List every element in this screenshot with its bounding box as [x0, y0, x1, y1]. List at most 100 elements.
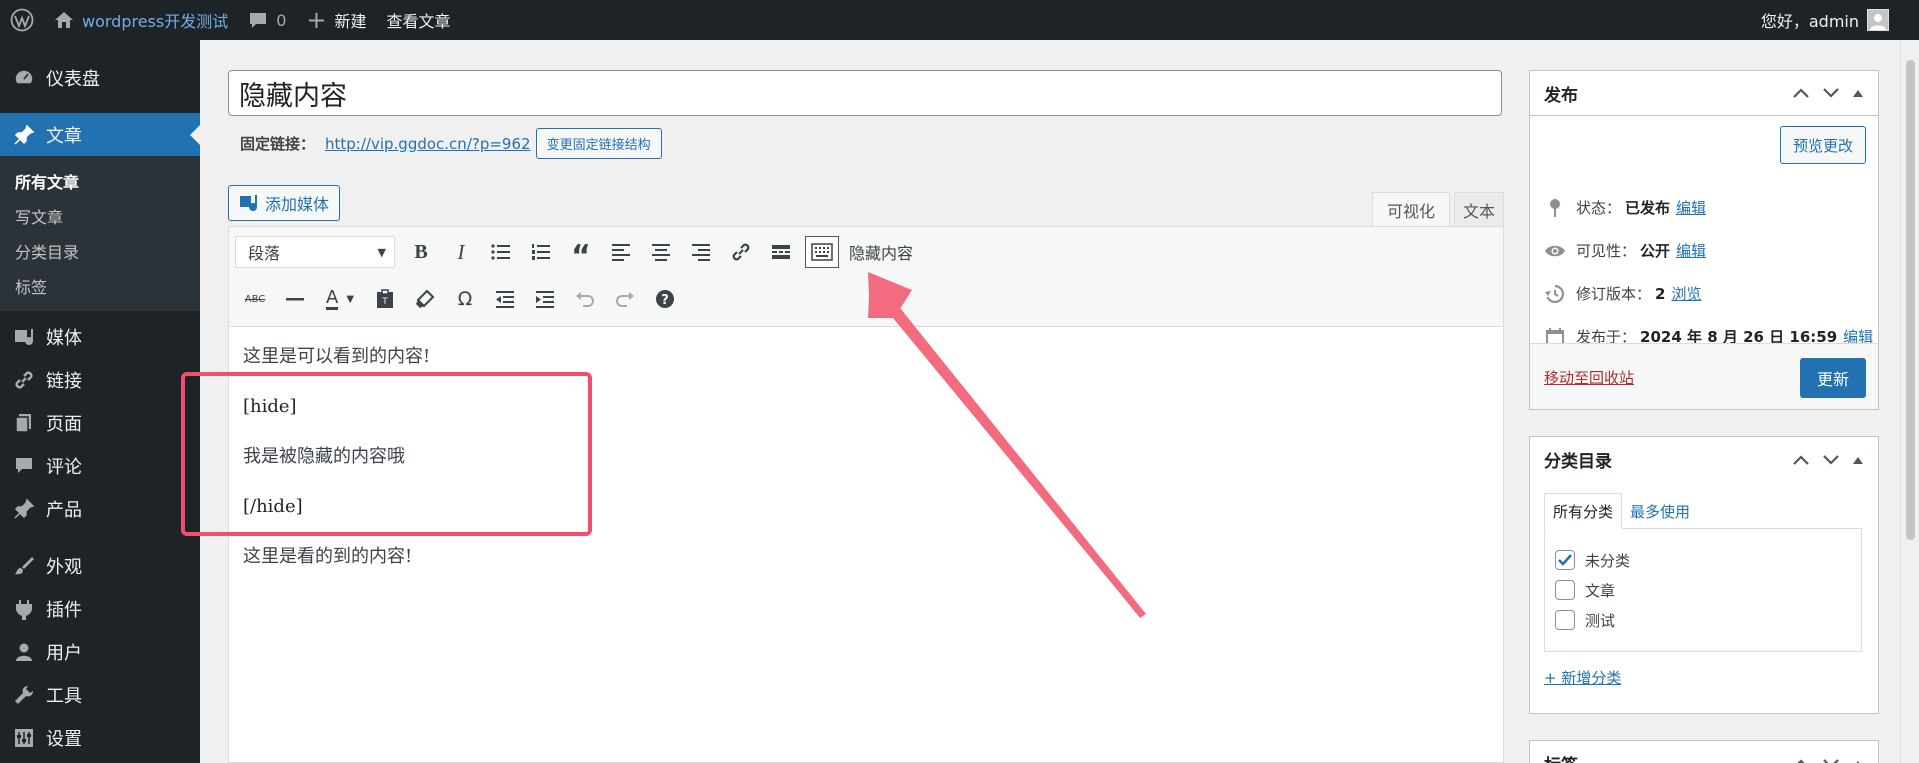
- collapse-triangle-icon[interactable]: [1852, 455, 1864, 465]
- align-left-icon: [612, 244, 630, 261]
- permalink-url[interactable]: http://vip.ggdoc.cn/?p=962: [325, 135, 531, 153]
- sidebar-item-users[interactable]: 用户: [0, 630, 200, 673]
- page-scrollbar[interactable]: [1900, 40, 1919, 763]
- post-title-input[interactable]: 隐藏内容: [228, 70, 1502, 116]
- sidebar-item-label: 链接: [46, 370, 82, 392]
- link-icon: [12, 368, 36, 392]
- submenu-all-posts[interactable]: 所有文章: [0, 163, 200, 198]
- chevron-up-icon[interactable]: [1792, 87, 1810, 99]
- read-more-button[interactable]: [761, 235, 801, 269]
- my-account[interactable]: 您好，admin: [1761, 0, 1889, 40]
- sidebar-item-comments[interactable]: 评论: [0, 444, 200, 487]
- strikethrough-button[interactable]: ABC: [235, 282, 275, 316]
- align-right-button[interactable]: [681, 235, 721, 269]
- sidebar-item-label: 文章: [46, 125, 82, 147]
- category-item[interactable]: 文章: [1555, 575, 1851, 605]
- chevron-down-icon[interactable]: [1822, 454, 1840, 466]
- sidebar-item-appearance[interactable]: 外观: [0, 544, 200, 587]
- sidebar-item-tools[interactable]: 工具: [0, 673, 200, 716]
- sidebar-item-links[interactable]: 链接: [0, 358, 200, 401]
- bullet-list-button[interactable]: [481, 235, 521, 269]
- chevron-down-icon[interactable]: [1822, 758, 1840, 763]
- move-to-trash-link[interactable]: 移动至回收站: [1544, 367, 1634, 388]
- checkbox[interactable]: [1555, 580, 1575, 600]
- outdent-button[interactable]: [485, 282, 525, 316]
- special-char-button[interactable]: Ω: [445, 282, 485, 316]
- indent-button[interactable]: [525, 282, 565, 316]
- revisions-label: 修订版本：: [1576, 285, 1652, 303]
- align-center-button[interactable]: [641, 235, 681, 269]
- sidebar-item-pages[interactable]: 页面: [0, 401, 200, 444]
- tab-text[interactable]: 文本: [1454, 192, 1504, 226]
- categories-box: 分类目录 所有分类 最多使用 未分类 文章 测试 + 新增分类: [1529, 436, 1879, 714]
- admin-sidebar: 仪表盘 文章 所有文章 写文章 分类目录 标签 媒体 链接 页面 评论 产品 外…: [0, 40, 200, 763]
- paragraph: 这里是看的到的内容!: [243, 546, 413, 567]
- undo-button[interactable]: [565, 282, 605, 316]
- checkbox[interactable]: [1555, 610, 1575, 630]
- collapse-triangle-icon[interactable]: [1852, 759, 1864, 763]
- tab-most-used[interactable]: 最多使用: [1622, 493, 1698, 529]
- scrollbar-thumb[interactable]: [1906, 60, 1915, 540]
- tab-all-categories[interactable]: 所有分类: [1544, 493, 1623, 529]
- status-edit-link[interactable]: 编辑: [1676, 197, 1706, 218]
- preview-changes-button[interactable]: 预览更改: [1779, 126, 1866, 164]
- clear-format-button[interactable]: [405, 282, 445, 316]
- wordpress-logo-icon[interactable]: [0, 0, 44, 40]
- submenu-new-post[interactable]: 写文章: [0, 198, 200, 233]
- view-post-link[interactable]: 查看文章: [377, 0, 461, 40]
- site-name-link[interactable]: wordpress开发测试: [44, 0, 238, 40]
- chevron-up-icon[interactable]: [1792, 454, 1810, 466]
- tags-box: 标签: [1529, 740, 1879, 763]
- sidebar-item-plugins[interactable]: 插件: [0, 587, 200, 630]
- redo-button[interactable]: [605, 282, 645, 316]
- category-item[interactable]: 未分类: [1555, 545, 1851, 575]
- collapse-triangle-icon[interactable]: [1852, 88, 1864, 98]
- toolbar-toggle-button[interactable]: [805, 236, 839, 268]
- format-select[interactable]: 段落 ▼: [235, 236, 395, 268]
- sidebar-item-media[interactable]: 媒体: [0, 315, 200, 358]
- category-item[interactable]: 测试: [1555, 605, 1851, 635]
- visibility-label: 可见性：: [1576, 242, 1637, 260]
- insert-link-button[interactable]: [721, 235, 761, 269]
- blockquote-button[interactable]: “: [561, 235, 601, 272]
- checkbox-checked[interactable]: [1555, 550, 1575, 570]
- bullet-list-icon: [491, 244, 510, 260]
- greeting: 您好，admin: [1760, 12, 1859, 31]
- help-button[interactable]: ?: [645, 282, 685, 316]
- new-label: 新建: [334, 12, 367, 31]
- numbered-list-button[interactable]: [521, 235, 561, 269]
- new-content-link[interactable]: + 新建: [296, 0, 376, 40]
- visibility-value: 公开: [1640, 242, 1671, 260]
- bold-button[interactable]: B: [401, 235, 441, 269]
- revisions-browse-link[interactable]: 浏览: [1671, 283, 1701, 304]
- submenu-tags[interactable]: 标签: [0, 268, 200, 303]
- read-more-icon: [772, 245, 790, 259]
- eye-icon: [1544, 244, 1566, 258]
- sidebar-item-posts[interactable]: 文章: [0, 113, 200, 156]
- chevron-up-icon[interactable]: [1792, 758, 1810, 763]
- align-left-button[interactable]: [601, 235, 641, 269]
- add-new-category-link[interactable]: + 新增分类: [1544, 667, 1621, 688]
- sidebar-item-dashboard[interactable]: 仪表盘: [0, 56, 200, 99]
- italic-button[interactable]: I: [441, 235, 481, 269]
- sidebar-item-label: 外观: [46, 556, 82, 578]
- chevron-down-icon[interactable]: [1822, 87, 1840, 99]
- horizontal-line-button[interactable]: [275, 282, 315, 316]
- text-color-button[interactable]: A ▼: [315, 282, 365, 316]
- sidebar-item-products[interactable]: 产品: [0, 487, 200, 530]
- align-right-icon: [692, 244, 710, 261]
- comments-link[interactable]: 0: [238, 0, 296, 40]
- add-media-button[interactable]: 添加媒体: [228, 185, 341, 221]
- indent-icon: [536, 291, 554, 308]
- chevron-down-icon: ▼: [377, 245, 386, 259]
- hide-content-button[interactable]: 隐藏内容: [849, 240, 913, 264]
- sidebar-item-settings[interactable]: 设置: [0, 716, 200, 759]
- update-button[interactable]: 更新: [1800, 358, 1866, 398]
- tab-visual[interactable]: 可视化: [1372, 192, 1450, 226]
- change-permalink-button[interactable]: 变更固定链接结构: [535, 128, 662, 159]
- visibility-edit-link[interactable]: 编辑: [1676, 240, 1706, 261]
- help-icon: ?: [656, 290, 674, 308]
- submenu-categories[interactable]: 分类目录: [0, 233, 200, 268]
- visibility-row: 可见性： 公开 编辑: [1530, 229, 1878, 272]
- paste-text-button[interactable]: T: [365, 282, 405, 316]
